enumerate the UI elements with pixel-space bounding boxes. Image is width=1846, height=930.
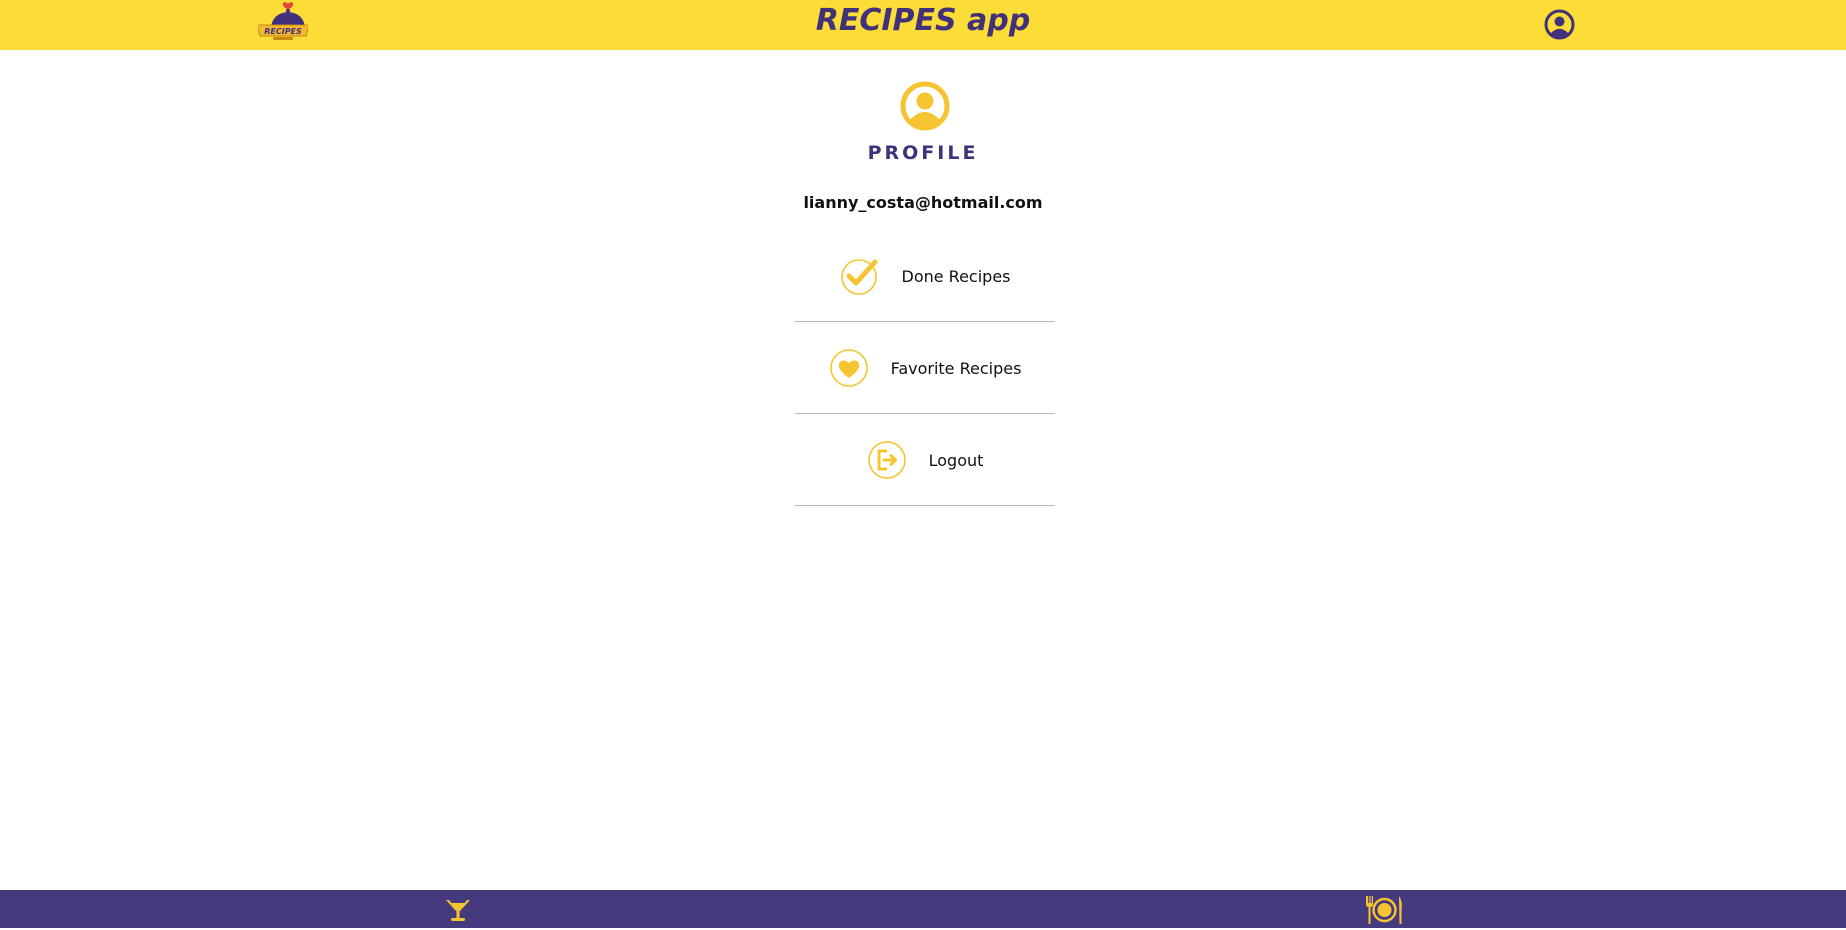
user-email: lianny_costa@hotmail.com [803,193,1043,212]
done-recipes-button[interactable]: Done Recipes [795,230,1055,322]
logout-label: Logout [928,450,984,470]
user-circle-icon [1544,9,1575,40]
drinks-button[interactable] [444,896,472,924]
cocktail-icon [446,900,470,921]
top-header: RECIPES RECIPES app [0,0,1846,50]
meals-button[interactable] [1363,894,1405,926]
heart-circle-icon [829,349,868,387]
favorite-recipes-label: Favorite Recipes [890,358,1022,378]
plate-cutlery-icon [1366,896,1402,924]
page-title: PROFILE [867,142,979,164]
profile-menu: Done Recipes Favorite Recipes Logout [795,230,1055,506]
favorite-recipes-button[interactable]: Favorite Recipes [795,322,1055,414]
user-circle-icon [900,81,950,131]
done-recipes-label: Done Recipes [901,266,1011,286]
profile-button[interactable] [1544,9,1575,40]
bottom-nav [0,890,1846,928]
logout-button[interactable]: Logout [795,414,1055,506]
logout-circle-icon [867,441,906,479]
check-circle-icon [840,259,877,295]
